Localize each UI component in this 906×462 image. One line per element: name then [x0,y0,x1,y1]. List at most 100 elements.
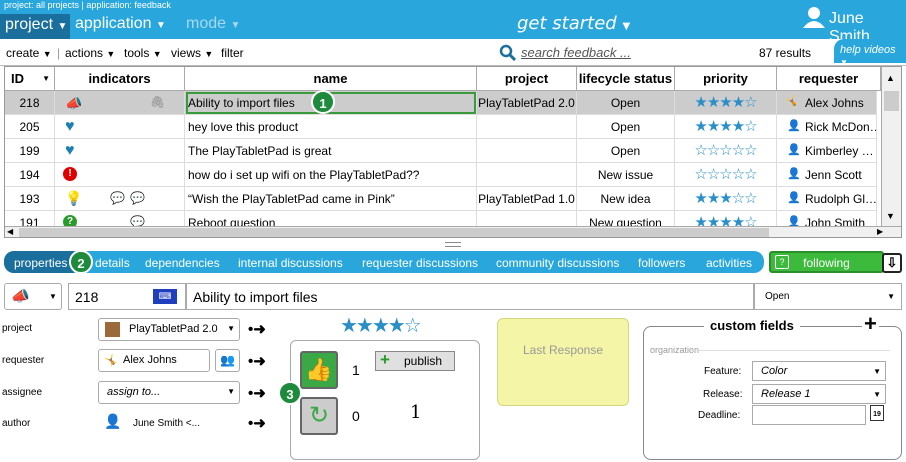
search-input[interactable]: search feedback ... [521,45,631,60]
column-header-id[interactable]: ID ▼ [5,67,55,91]
column-header-name[interactable]: name [185,67,477,91]
feature-select[interactable]: Color ▼ [752,361,886,381]
column-header-priority[interactable]: priority [675,67,777,91]
table-row[interactable]: 205 ♥ hey love this product Open ★★★★☆ 👤… [5,115,877,139]
tab-internal-discussions[interactable]: internal discussions [238,256,343,270]
heart-icon: ♥ [65,118,75,135]
nav-application-menu[interactable]: application ▼ [75,15,166,33]
release-select[interactable]: Release 1 ▼ [752,384,886,404]
callout-badge: 2 [69,250,93,274]
row-indicators: ? 💬 [55,211,185,226]
item-id-field[interactable]: 218 ⌨ [68,283,186,310]
filter-button[interactable]: filter [221,46,244,60]
tab-details[interactable]: details [95,256,130,270]
column-header-requester[interactable]: requester [777,67,881,91]
chevron-down-icon: ▼ [49,292,57,301]
goto-arrow-icon[interactable]: •➜ [248,384,266,402]
type-selector[interactable]: 📣 ▼ [4,283,62,310]
row-id: 205 [5,115,55,139]
priority-stars[interactable]: ★★★★☆ [340,313,422,338]
chevron-down-icon: ▼ [873,367,881,376]
nav-mode-menu[interactable]: mode ▼ [186,15,240,33]
actions-menu[interactable]: actions ▼ [65,46,115,60]
undo-vote-icon[interactable]: ↻ [300,397,338,435]
goto-arrow-icon[interactable]: •➜ [248,320,266,338]
table-row[interactable]: 194 ! how do i set up wifi on the PlayTa… [5,163,877,187]
row-id: 218 [5,91,55,115]
table-row[interactable]: 191 ? 💬 Reboot question New question ★★★… [5,211,877,227]
assignee-select[interactable]: assign to... ▼ [98,381,240,404]
help-videos-menu[interactable]: help videos ▼ [834,39,906,67]
goto-arrow-icon[interactable]: •➜ [248,414,266,432]
create-menu[interactable]: create ▼ [6,46,52,60]
tab-dependencies[interactable]: dependencies [145,256,220,270]
tab-requester-discussions[interactable]: requester discussions [362,256,478,270]
table-row[interactable]: 218 📣 🖇 Ability to import files PlayTabl… [5,91,877,115]
breadcrumb[interactable]: project: all projects | application: fee… [4,0,171,10]
views-label: views [171,46,202,60]
chevron-down-icon: ▼ [227,324,235,333]
nav-project-menu[interactable]: project ▼ [0,14,70,39]
table-row[interactable]: 199 ♥ The PlayTabletPad is great Open ☆☆… [5,139,877,163]
scroll-up-icon[interactable]: ▲ [886,73,895,83]
get-started-label: get started [517,13,617,34]
toolbar-divider: | [57,46,61,60]
scroll-left-icon[interactable]: ◀ [7,227,13,236]
column-header-indicators[interactable]: indicators [55,67,185,91]
tab-community-discussions[interactable]: community discussions [496,256,619,270]
row-priority-stars: ★★★★☆ [675,91,777,115]
row-status: New issue [577,163,675,187]
following-button[interactable]: ? following [769,251,884,273]
deadline-input[interactable] [752,405,866,425]
scroll-down-icon[interactable]: ▼ [886,211,895,221]
row-indicators: 📣 🖇 [55,91,185,115]
row-project [477,163,577,187]
last-response-box: Last Response [497,318,629,406]
project-value: PlayTabletPad 2.0 [129,323,218,335]
publish-button[interactable]: + publish [375,350,455,371]
scroll-right-icon[interactable]: ▶ [877,227,883,236]
row-indicators: ♥ [55,139,185,163]
get-started-menu[interactable]: get started ▼ [517,13,630,34]
chat-bubble-icon: 💬 [110,191,125,205]
search-icon[interactable] [499,44,516,61]
title-field[interactable]: Ability to import files [186,283,754,310]
vertical-scrollbar[interactable]: ▲ ▼ [881,67,901,227]
keyboard-icon[interactable]: ⌨ [153,289,177,304]
question-icon: ? [775,255,789,269]
column-header-lifecycle-status[interactable]: lifecycle status [577,67,675,91]
row-project: PlayTabletPad 2.0 [477,91,577,115]
tab-followers[interactable]: followers [638,256,685,270]
scroll-thumb[interactable] [19,228,769,237]
goto-arrow-icon[interactable]: •➜ [248,352,266,370]
column-header-project[interactable]: project [477,67,577,91]
table-row[interactable]: 193 💡 💬 💬 “Wish the PlayTabletPad came i… [5,187,877,211]
user-avatar-icon: 👤 [787,120,801,132]
status-select[interactable]: Open ▼ [754,283,902,310]
project-select[interactable]: PlayTabletPad 2.0 ▼ [98,318,240,341]
user-icon[interactable] [802,6,826,28]
collapse-panel-icon[interactable]: ⇩ [882,253,902,273]
row-id: 199 [5,139,55,163]
views-menu[interactable]: views ▼ [171,46,213,60]
add-custom-field-icon[interactable]: + [862,313,879,335]
calendar-icon[interactable]: 19 [870,405,884,421]
panel-splitter-handle[interactable] [445,242,461,247]
tools-menu[interactable]: tools ▼ [124,46,162,60]
tab-activities[interactable]: activities [706,256,752,270]
user-lookup-icon[interactable]: 👥 [215,349,240,372]
column-header-label: ID [11,71,24,86]
thumbs-up-icon[interactable]: 👍 [300,351,338,389]
callout-badge: 3 [278,381,302,405]
requester-avatar-icon: 🤸 [104,355,118,367]
row-priority-stars: ☆☆☆☆☆ [675,139,777,163]
row-name: Reboot question [185,211,477,226]
requester-name: Rick McDon… [805,120,877,134]
chevron-down-icon: ▼ [622,21,631,32]
row-name: hey love this product [185,115,477,139]
scroll-thumb[interactable] [884,91,899,111]
horizontal-scrollbar[interactable]: ◀ ▶ [5,226,901,237]
requester-field[interactable]: 🤸 Alex Johns [98,349,210,372]
tab-properties[interactable]: properties [4,251,74,273]
publish-label: publish [404,354,443,368]
